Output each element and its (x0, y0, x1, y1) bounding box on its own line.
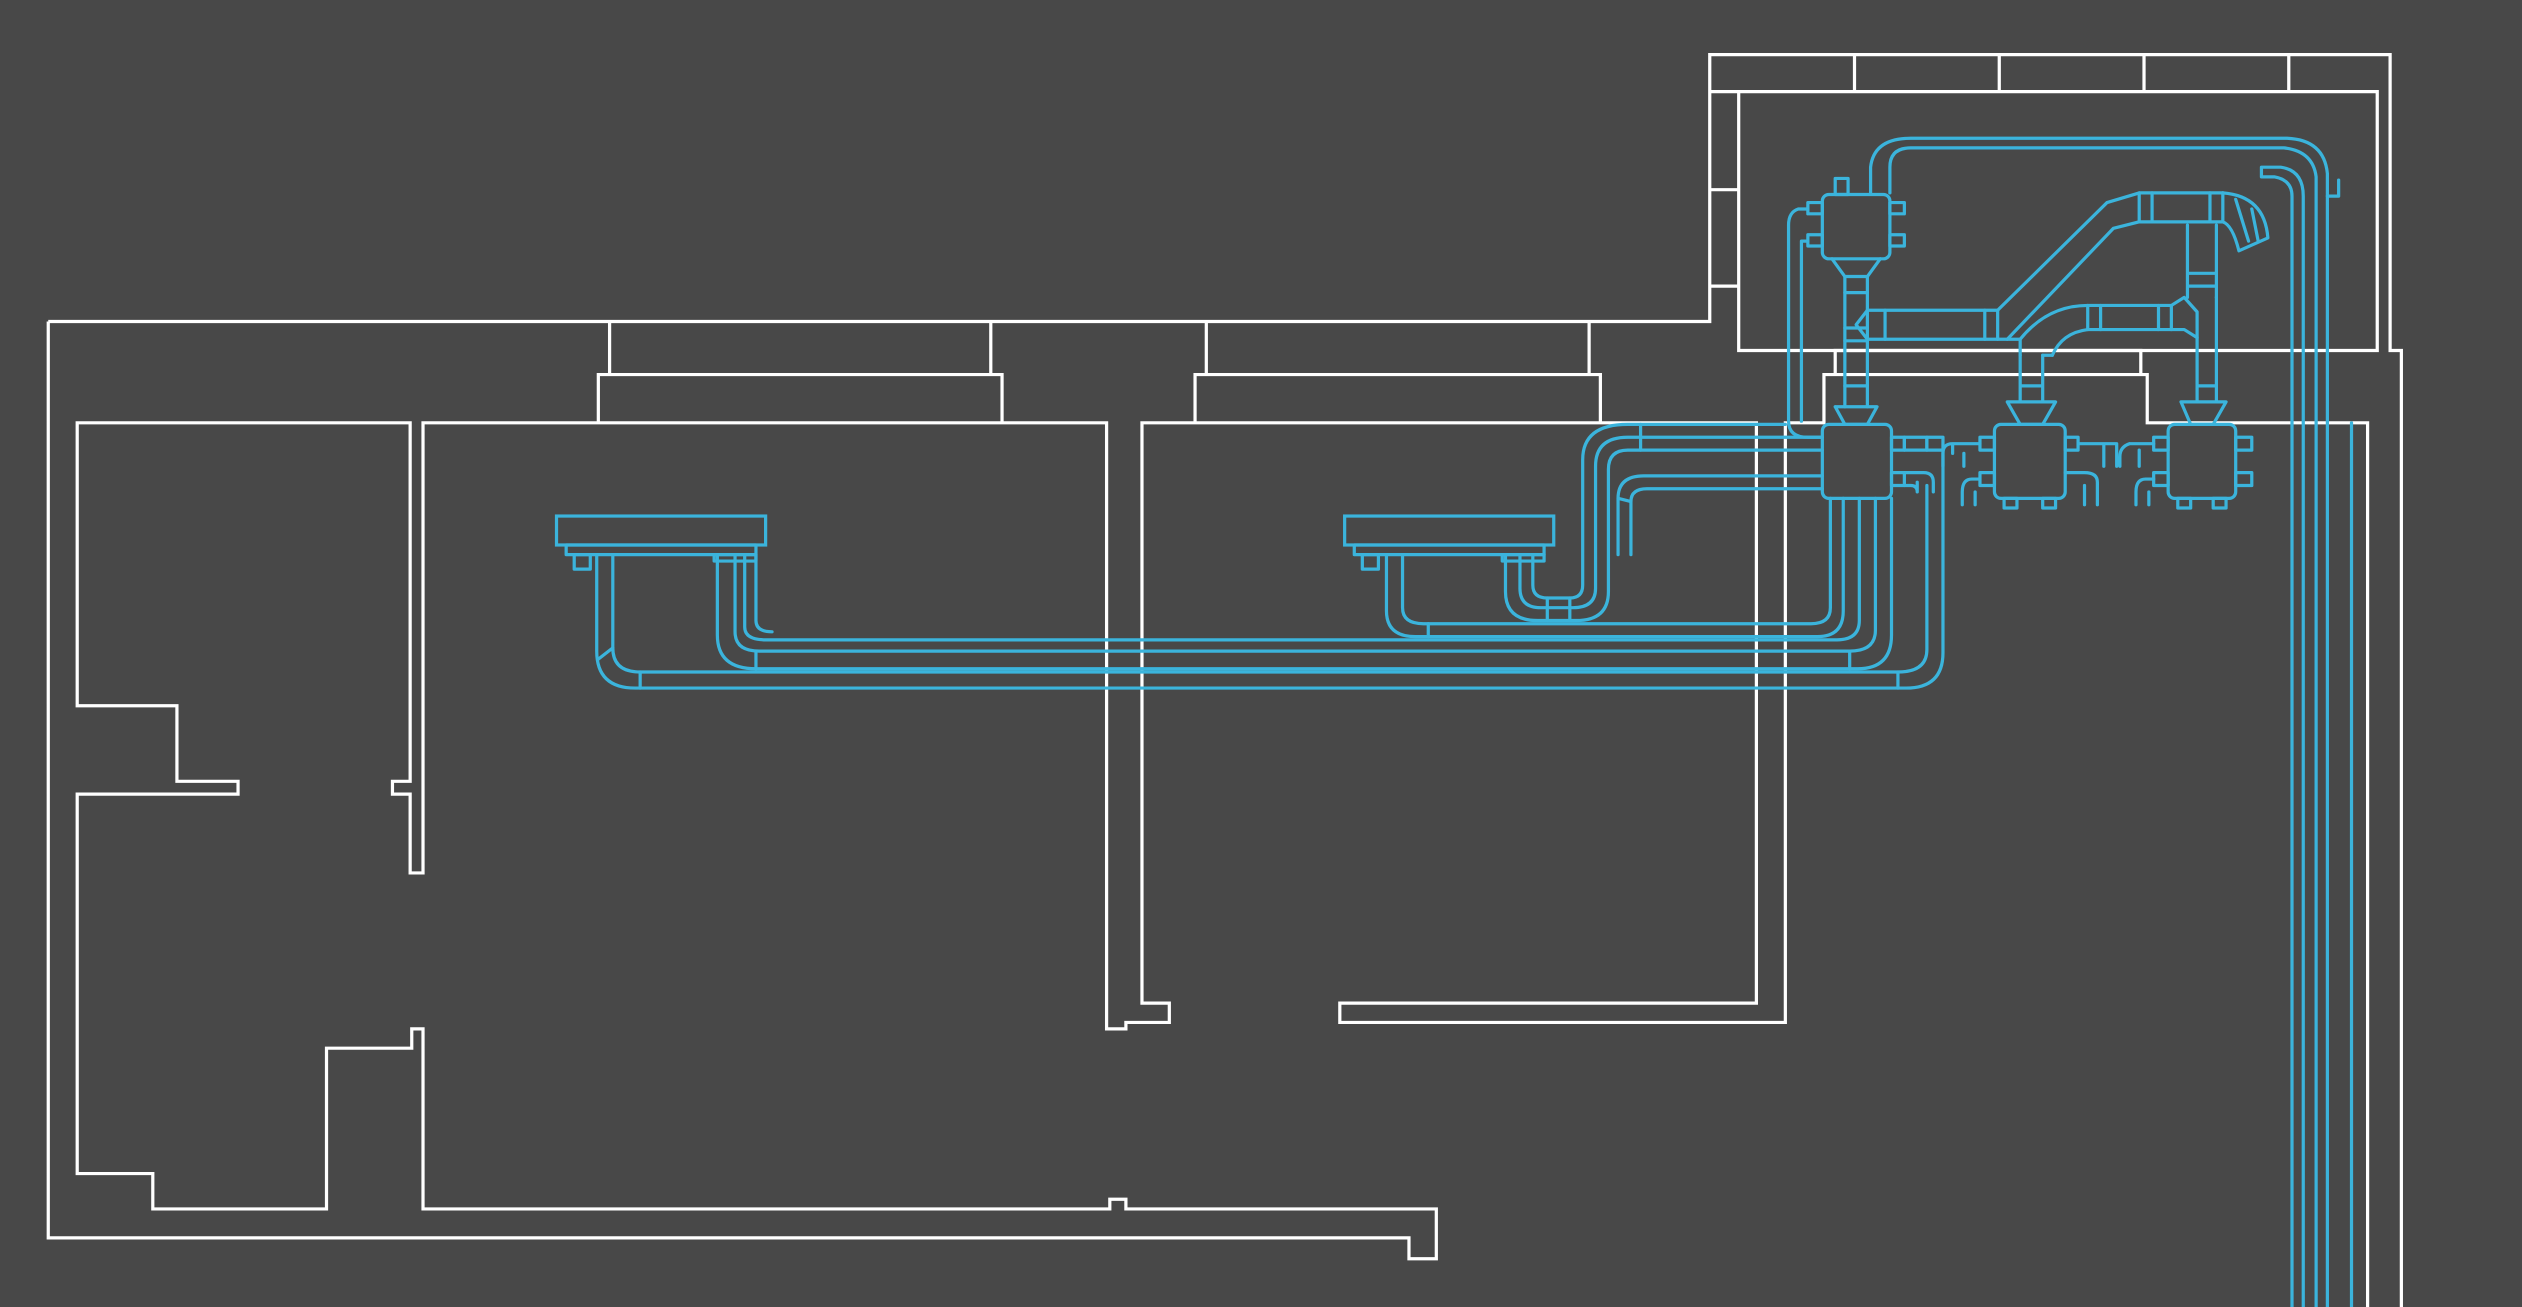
window-niche-left (596, 321, 1004, 423)
distribution-box-main (1820, 405, 1945, 500)
upper-header-duct (1854, 191, 2270, 404)
vertical-risers (1868, 136, 2354, 1307)
hvac-floor-plan (46, 53, 2403, 1307)
window-niche-right (1833, 348, 2143, 375)
distribution-box-top (1806, 176, 1906, 295)
supply-run-ducts (595, 422, 1945, 690)
distribution-box-mid (1902, 400, 2080, 510)
upper-left-bypass (1786, 207, 1824, 439)
outer-wall (46, 53, 2403, 1307)
cassette-ac-unit-right (1343, 514, 1556, 571)
building-walls (46, 53, 2403, 1307)
duct-network (554, 136, 2354, 1307)
distribution-box-right (2063, 400, 2254, 510)
cassette-ac-unit-left (554, 514, 768, 571)
window-niche-mid (1193, 321, 1602, 423)
